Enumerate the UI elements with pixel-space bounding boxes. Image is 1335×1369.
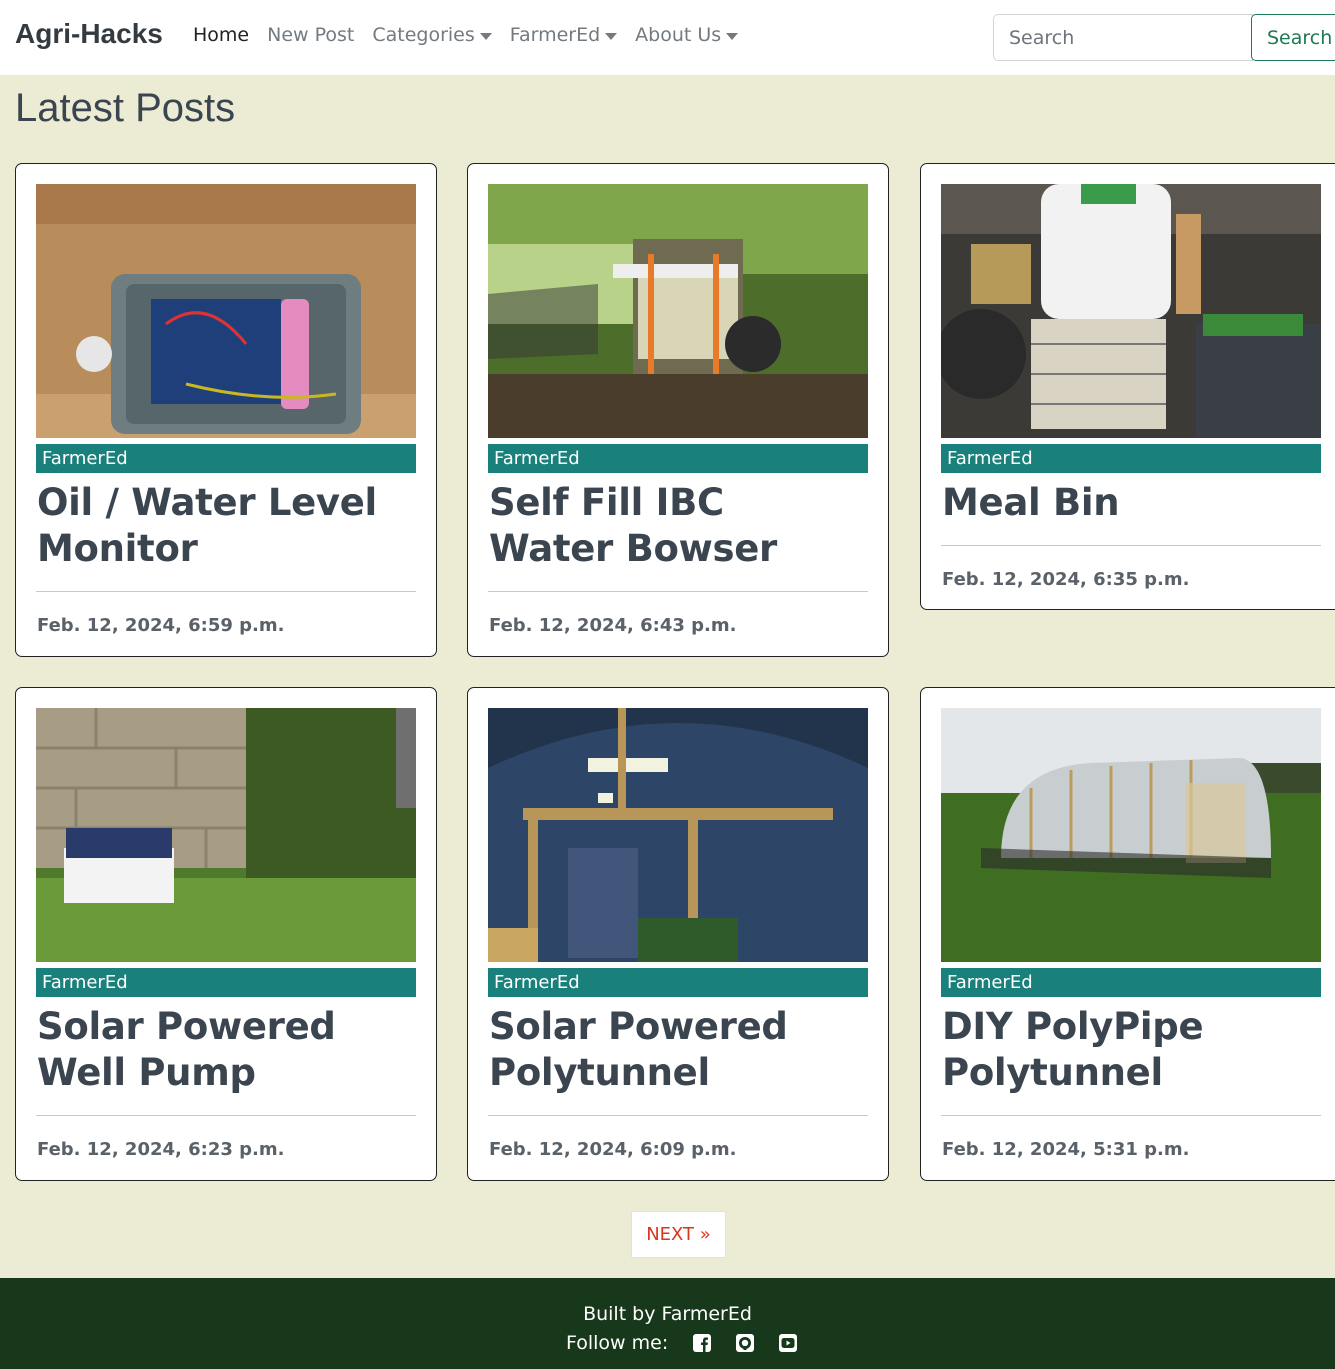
post-title[interactable]: Solar Powered Well Pump (37, 1004, 407, 1096)
caret-down-icon (726, 32, 739, 40)
youtube-icon[interactable] (778, 1333, 798, 1353)
built-by-text: Built by FarmerEd (583, 1303, 752, 1325)
post-title[interactable]: Self Fill IBC Water Bowser (489, 480, 859, 572)
nav-links: Home New Post Categories FarmerEd About … (193, 24, 739, 46)
post-card[interactable]: FarmerEd Self Fill IBC Water Bowser Feb.… (467, 163, 889, 657)
category-badge[interactable]: FarmerEd (488, 968, 868, 997)
divider (941, 545, 1321, 546)
nav-categories-dropdown[interactable]: Categories (372, 24, 492, 46)
divider (488, 591, 868, 592)
page-title: Latest Posts (15, 86, 236, 130)
post-title[interactable]: Solar Powered Polytunnel (489, 1004, 859, 1096)
post-date: Feb. 12, 2024, 6:59 p.m. (37, 615, 285, 636)
post-card[interactable]: FarmerEd Solar Powered Well Pump Feb. 12… (15, 687, 437, 1181)
category-badge[interactable]: FarmerEd (488, 444, 868, 473)
nav-farmered-label: FarmerEd (509, 24, 601, 46)
post-date: Feb. 12, 2024, 6:43 p.m. (489, 615, 737, 636)
post-date: Feb. 12, 2024, 6:09 p.m. (489, 1139, 737, 1160)
post-title[interactable]: Meal Bin (942, 480, 1312, 526)
category-badge[interactable]: FarmerEd (36, 444, 416, 473)
caret-down-icon (605, 32, 618, 40)
post-date: Feb. 12, 2024, 6:23 p.m. (37, 1139, 285, 1160)
category-badge[interactable]: FarmerEd (941, 444, 1321, 473)
category-badge[interactable]: FarmerEd (941, 968, 1321, 997)
next-page-button[interactable]: NEXT » (631, 1211, 726, 1258)
navbar: Agri-Hacks Home New Post Categories Farm… (0, 0, 1335, 75)
divider (488, 1115, 868, 1116)
github-icon[interactable] (735, 1333, 755, 1353)
nav-home-label: Home (193, 24, 250, 46)
post-date: Feb. 12, 2024, 5:31 p.m. (942, 1139, 1190, 1160)
facebook-icon[interactable] (692, 1333, 712, 1353)
nav-new-post[interactable]: New Post (267, 24, 354, 46)
divider (36, 1115, 416, 1116)
nav-categories-label: Categories (372, 24, 475, 46)
brand-logo[interactable]: Agri-Hacks (15, 18, 163, 50)
electronics-box-photo[interactable] (36, 184, 416, 438)
search-button[interactable]: Search (1251, 14, 1335, 61)
polytunnel-field-photo[interactable] (941, 708, 1321, 962)
post-date: Feb. 12, 2024, 6:35 p.m. (942, 569, 1190, 590)
ibc-trailer-photo[interactable] (488, 184, 868, 438)
post-title[interactable]: DIY PolyPipe Polytunnel (942, 1004, 1312, 1096)
divider (941, 1115, 1321, 1116)
follow-label: Follow me: (566, 1332, 669, 1354)
footer: Built by FarmerEd Follow me: (0, 1278, 1335, 1369)
post-card[interactable]: FarmerEd Meal Bin Feb. 12, 2024, 6:35 p.… (920, 163, 1335, 610)
social-links: Follow me: (566, 1332, 821, 1354)
divider (36, 591, 416, 592)
solar-panel-wall-photo[interactable] (36, 708, 416, 962)
polytunnel-interior-photo[interactable] (488, 708, 868, 962)
category-badge[interactable]: FarmerEd (36, 968, 416, 997)
nav-about-label: About Us (635, 24, 722, 46)
nav-home[interactable]: Home (193, 24, 249, 46)
post-card[interactable]: FarmerEd Oil / Water Level Monitor Feb. … (15, 163, 437, 657)
meal-bin-photo[interactable] (941, 184, 1321, 438)
post-card[interactable]: FarmerEd Solar Powered Polytunnel Feb. 1… (467, 687, 889, 1181)
nav-new-post-label: New Post (267, 24, 355, 46)
nav-farmered-dropdown[interactable]: FarmerEd (509, 24, 618, 46)
search-input[interactable] (993, 14, 1253, 61)
post-title[interactable]: Oil / Water Level Monitor (37, 480, 407, 572)
caret-down-icon (479, 32, 492, 40)
nav-about-dropdown[interactable]: About Us (635, 24, 739, 46)
post-card[interactable]: FarmerEd DIY PolyPipe Polytunnel Feb. 12… (920, 687, 1335, 1181)
